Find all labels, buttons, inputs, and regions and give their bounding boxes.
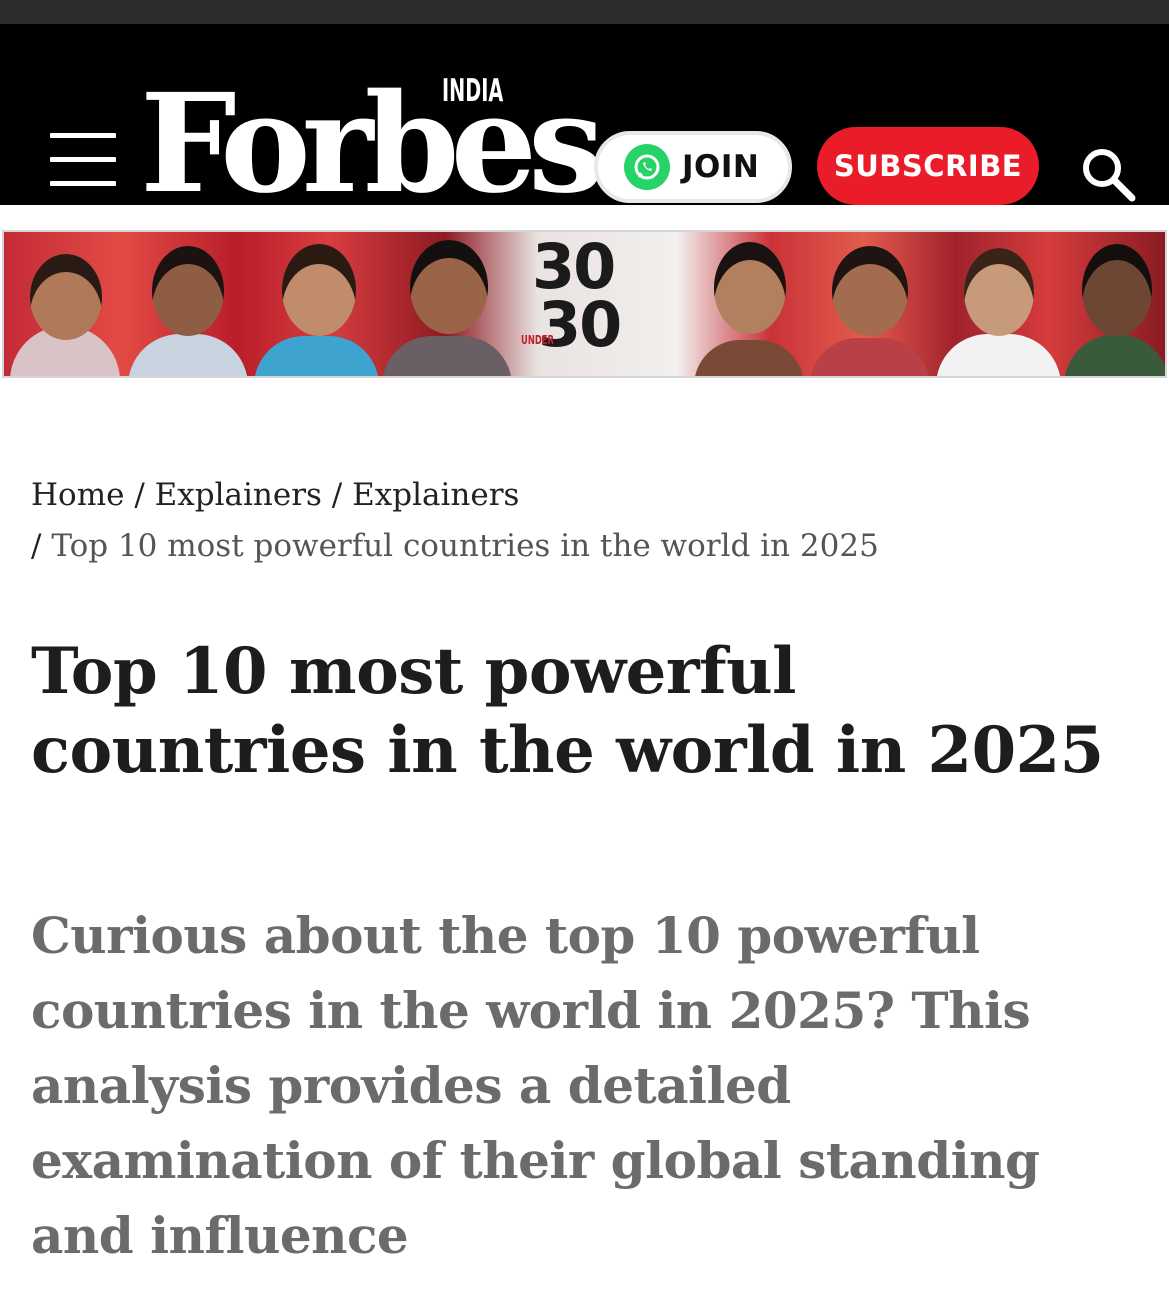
- subscribe-button[interactable]: SUBSCRIBE: [817, 127, 1039, 205]
- breadcrumb-line: Home / Explainers / Explainers: [31, 470, 1141, 521]
- portrait-image: [128, 236, 248, 376]
- breadcrumb-separator: /: [31, 528, 42, 564]
- status-strip: [0, 0, 1169, 24]
- join-label: JOIN: [682, 149, 760, 185]
- logo-wordmark: Forbes: [140, 64, 605, 224]
- breadcrumb-explainers[interactable]: Explainers: [155, 477, 322, 513]
- portrait-image: [694, 236, 804, 376]
- search-icon[interactable]: [1078, 144, 1138, 204]
- whatsapp-join-button[interactable]: JOIN: [594, 131, 792, 203]
- subscribe-label: SUBSCRIBE: [833, 149, 1023, 183]
- breadcrumb: Home / Explainers / Explainers / Top 10 …: [31, 470, 1141, 572]
- breadcrumb-separator: /: [134, 477, 145, 513]
- breadcrumb-current: Top 10 most powerful countries in the wo…: [51, 528, 879, 564]
- portrait-image: [254, 236, 379, 376]
- breadcrumb-explainers-sub[interactable]: Explainers: [352, 477, 519, 513]
- portrait-image: [810, 236, 930, 376]
- portrait-image: [1064, 236, 1165, 376]
- logo-edition: INDIA: [442, 73, 504, 109]
- site-header: Forbes INDIA JOIN SUBSCRIBE: [0, 24, 1169, 219]
- logo-under-label: UNDER: [521, 333, 555, 347]
- portrait-image: [10, 236, 120, 376]
- menu-icon[interactable]: [50, 129, 118, 189]
- whatsapp-icon: [624, 144, 670, 190]
- thirty-under-thirty-banner[interactable]: 30 30 UNDER: [2, 230, 1167, 378]
- breadcrumb-line: / Top 10 most powerful countries in the …: [31, 521, 1141, 572]
- article-dek: Curious about the top 10 powerful countr…: [31, 906, 1040, 1265]
- portrait-image: [936, 236, 1061, 376]
- forbes-india-logo[interactable]: Forbes INDIA: [140, 69, 605, 219]
- article-title: Top 10 most powerful countries in the wo…: [31, 634, 1104, 788]
- portrait-image: [382, 236, 512, 376]
- breadcrumb-separator: /: [331, 477, 343, 513]
- breadcrumb-home[interactable]: Home: [31, 477, 124, 513]
